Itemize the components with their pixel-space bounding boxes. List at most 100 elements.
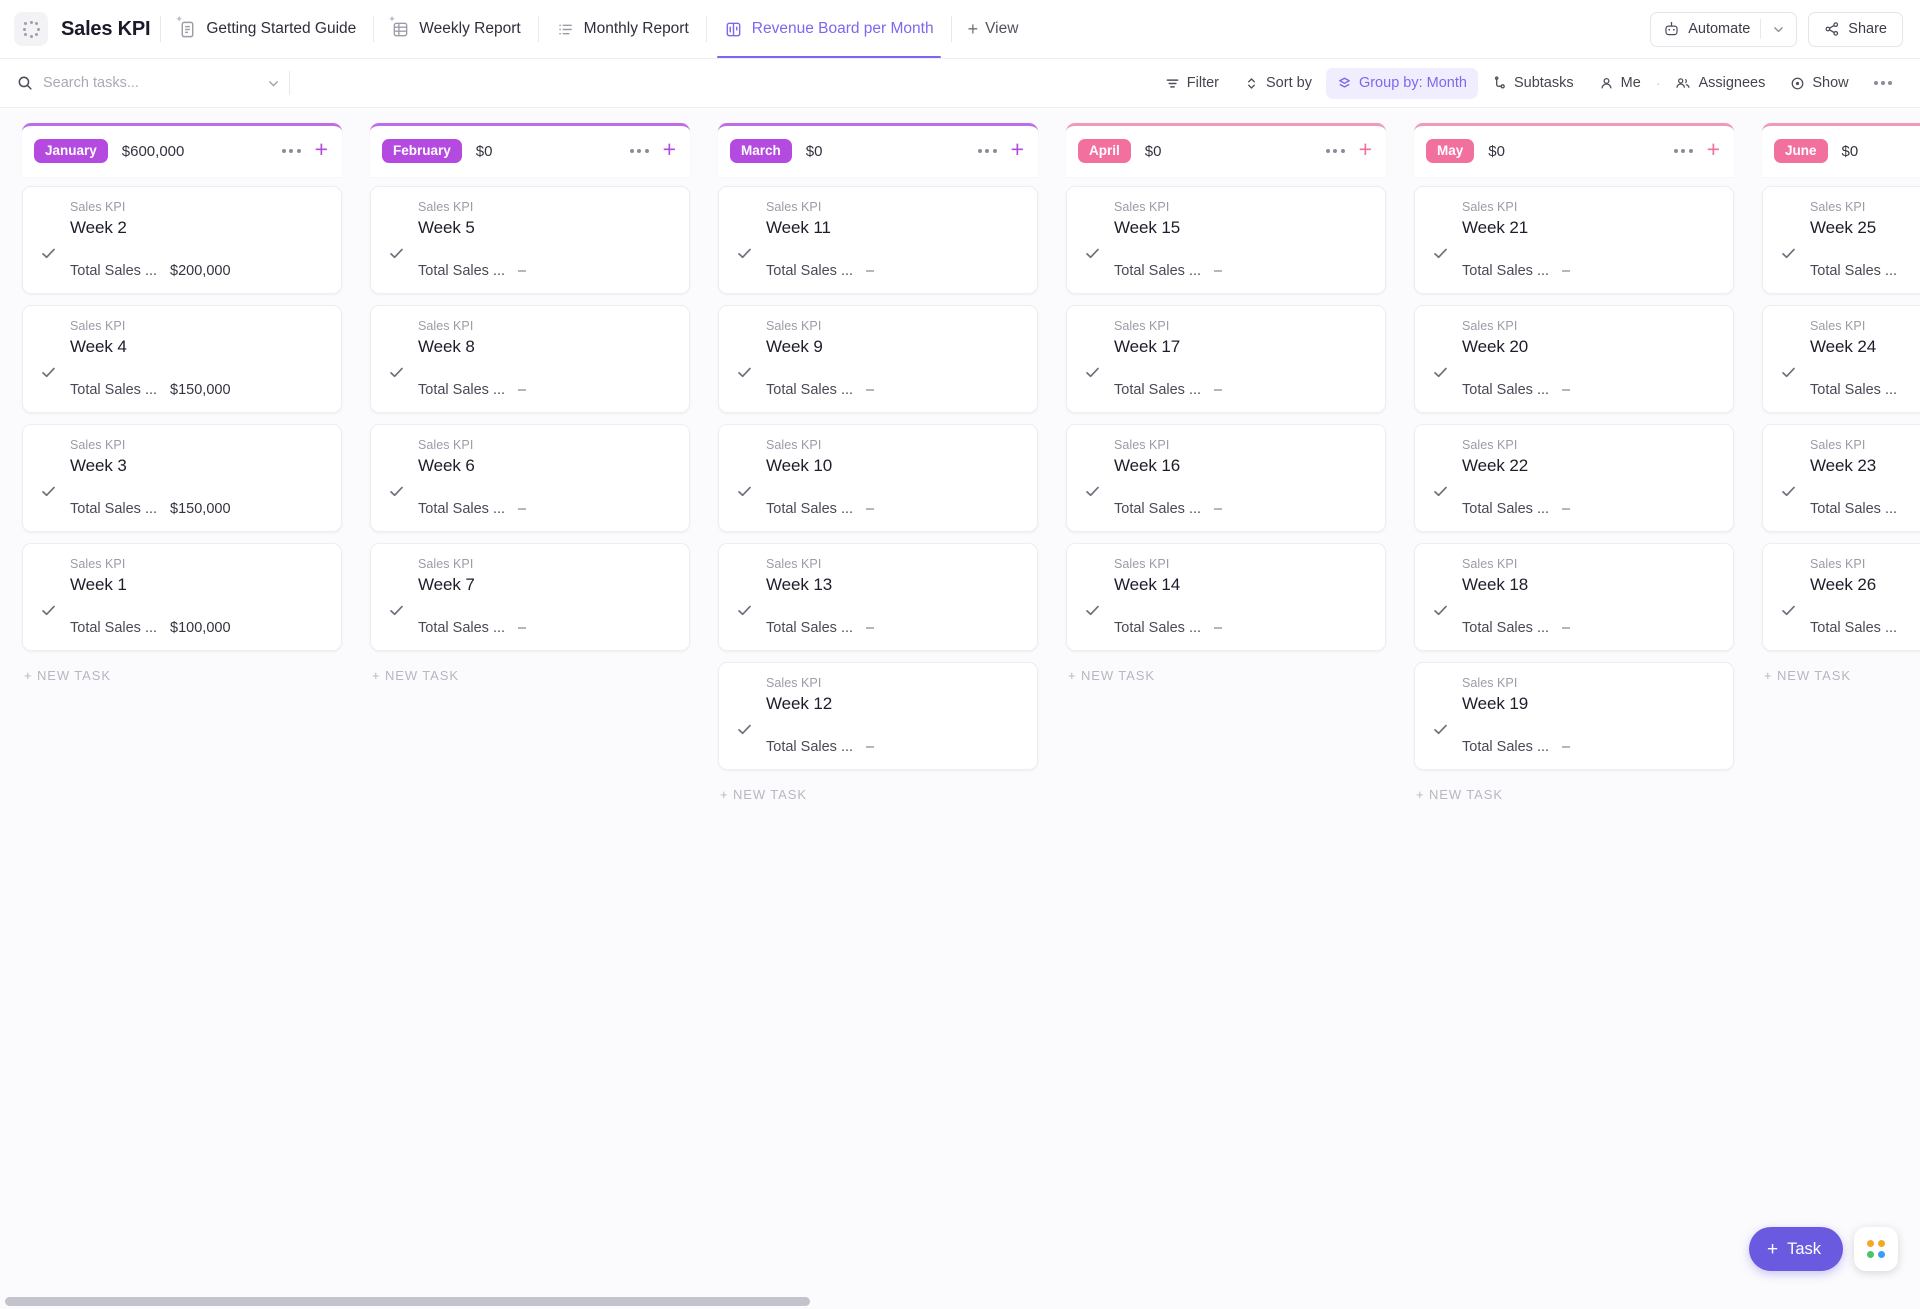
task-custom-field[interactable]: Total Sales ... –	[766, 382, 1021, 398]
task-custom-field[interactable]: Total Sales ... –	[766, 620, 1021, 636]
task-custom-field[interactable]: Total Sales ...	[1810, 501, 1920, 517]
task-complete-check-icon[interactable]	[735, 676, 754, 755]
task-complete-check-icon[interactable]	[1083, 438, 1102, 517]
app-logo[interactable]	[14, 12, 48, 46]
task-card[interactable]: Sales KPI Week 25 Total Sales ...	[1762, 186, 1920, 294]
task-custom-field[interactable]: Total Sales ... –	[1114, 263, 1369, 279]
task-complete-check-icon[interactable]	[39, 438, 58, 517]
task-card[interactable]: Sales KPI Week 18 Total Sales ... –	[1414, 543, 1734, 651]
search-chevron-down-icon[interactable]	[266, 76, 281, 91]
task-card[interactable]: Sales KPI Week 22 Total Sales ... –	[1414, 424, 1734, 532]
sort-by-button[interactable]: Sort by	[1233, 68, 1323, 99]
task-custom-field[interactable]: Total Sales ... –	[1114, 382, 1369, 398]
task-card[interactable]: Sales KPI Week 21 Total Sales ... –	[1414, 186, 1734, 294]
task-complete-check-icon[interactable]	[735, 200, 754, 279]
task-card[interactable]: Sales KPI Week 24 Total Sales ...	[1762, 305, 1920, 413]
task-complete-check-icon[interactable]	[1083, 319, 1102, 398]
task-custom-field[interactable]: Total Sales ... –	[1462, 382, 1717, 398]
automate-button[interactable]: Automate	[1650, 11, 1798, 47]
column-add-task-icon[interactable]: +	[315, 138, 332, 164]
task-complete-check-icon[interactable]	[387, 557, 406, 636]
task-custom-field[interactable]: Total Sales ... –	[1462, 739, 1717, 755]
create-task-button[interactable]: + Task	[1748, 1227, 1843, 1271]
task-complete-check-icon[interactable]	[1431, 676, 1450, 755]
month-badge[interactable]: March	[730, 138, 792, 164]
task-complete-check-icon[interactable]	[1431, 319, 1450, 398]
task-card[interactable]: Sales KPI Week 12 Total Sales ... –	[718, 662, 1038, 770]
task-custom-field[interactable]: Total Sales ... –	[418, 620, 673, 636]
new-task-button[interactable]: + NEW TASK	[22, 662, 342, 689]
apps-grid-button[interactable]	[1854, 1227, 1898, 1271]
task-complete-check-icon[interactable]	[1083, 200, 1102, 279]
task-complete-check-icon[interactable]	[1431, 200, 1450, 279]
task-custom-field[interactable]: Total Sales ... –	[766, 739, 1021, 755]
task-custom-field[interactable]: Total Sales ... –	[1114, 620, 1369, 636]
task-card[interactable]: Sales KPI Week 13 Total Sales ... –	[718, 543, 1038, 651]
task-complete-check-icon[interactable]	[1431, 557, 1450, 636]
task-card[interactable]: Sales KPI Week 15 Total Sales ... –	[1066, 186, 1386, 294]
task-card[interactable]: Sales KPI Week 17 Total Sales ... –	[1066, 305, 1386, 413]
chevron-down-icon[interactable]	[1761, 23, 1796, 36]
task-complete-check-icon[interactable]	[1431, 438, 1450, 517]
horizontal-scrollbar-thumb[interactable]	[5, 1297, 810, 1306]
more-options-button[interactable]	[1863, 68, 1903, 99]
task-complete-check-icon[interactable]	[735, 557, 754, 636]
group-by-button[interactable]: Group by: Month	[1325, 67, 1478, 99]
column-kebab-menu-icon[interactable]	[280, 145, 302, 157]
month-badge[interactable]: June	[1774, 138, 1828, 164]
task-complete-check-icon[interactable]	[39, 557, 58, 636]
column-kebab-menu-icon[interactable]	[628, 145, 650, 157]
task-card[interactable]: Sales KPI Week 20 Total Sales ... –	[1414, 305, 1734, 413]
task-card[interactable]: Sales KPI Week 3 Total Sales ... $150,000	[22, 424, 342, 532]
task-card[interactable]: Sales KPI Week 6 Total Sales ... –	[370, 424, 690, 532]
assignees-button[interactable]: Assignees	[1664, 68, 1776, 99]
task-custom-field[interactable]: Total Sales ... –	[418, 263, 673, 279]
me-button[interactable]: Me	[1588, 68, 1652, 99]
show-button[interactable]: Show	[1779, 68, 1859, 99]
new-task-button[interactable]: + NEW TASK	[1414, 781, 1734, 808]
task-card[interactable]: Sales KPI Week 9 Total Sales ... –	[718, 305, 1038, 413]
task-custom-field[interactable]: Total Sales ... –	[766, 501, 1021, 517]
task-card[interactable]: Sales KPI Week 11 Total Sales ... –	[718, 186, 1038, 294]
task-custom-field[interactable]: Total Sales ... $150,000	[70, 382, 325, 398]
new-task-button[interactable]: + NEW TASK	[1762, 662, 1920, 689]
task-complete-check-icon[interactable]	[1779, 438, 1798, 517]
task-complete-check-icon[interactable]	[1779, 319, 1798, 398]
task-card[interactable]: Sales KPI Week 19 Total Sales ... –	[1414, 662, 1734, 770]
task-complete-check-icon[interactable]	[387, 200, 406, 279]
new-task-button[interactable]: + NEW TASK	[1066, 662, 1386, 689]
task-custom-field[interactable]: Total Sales ... –	[418, 501, 673, 517]
subtasks-button[interactable]: Subtasks	[1481, 68, 1585, 99]
task-card[interactable]: Sales KPI Week 5 Total Sales ... –	[370, 186, 690, 294]
task-custom-field[interactable]: Total Sales ... –	[1114, 501, 1369, 517]
task-complete-check-icon[interactable]	[387, 438, 406, 517]
new-task-button[interactable]: + NEW TASK	[370, 662, 690, 689]
task-complete-check-icon[interactable]	[1779, 557, 1798, 636]
task-custom-field[interactable]: Total Sales ... $200,000	[70, 263, 325, 279]
month-badge[interactable]: February	[382, 138, 462, 164]
tab-revenue-board-per-month[interactable]: Revenue Board per Month	[707, 0, 951, 58]
task-complete-check-icon[interactable]	[735, 438, 754, 517]
task-card[interactable]: Sales KPI Week 7 Total Sales ... –	[370, 543, 690, 651]
filter-button[interactable]: Filter	[1154, 68, 1230, 99]
month-badge[interactable]: April	[1078, 138, 1131, 164]
task-card[interactable]: Sales KPI Week 14 Total Sales ... –	[1066, 543, 1386, 651]
task-complete-check-icon[interactable]	[1083, 557, 1102, 636]
task-card[interactable]: Sales KPI Week 26 Total Sales ...	[1762, 543, 1920, 651]
task-custom-field[interactable]: Total Sales ...	[1810, 620, 1920, 636]
task-card[interactable]: Sales KPI Week 1 Total Sales ... $100,000	[22, 543, 342, 651]
task-card[interactable]: Sales KPI Week 16 Total Sales ... –	[1066, 424, 1386, 532]
horizontal-scrollbar[interactable]	[0, 1293, 1920, 1309]
task-card[interactable]: Sales KPI Week 8 Total Sales ... –	[370, 305, 690, 413]
task-custom-field[interactable]: Total Sales ... –	[1462, 501, 1717, 517]
task-custom-field[interactable]: Total Sales ... $150,000	[70, 501, 325, 517]
column-kebab-menu-icon[interactable]	[1324, 145, 1346, 157]
task-complete-check-icon[interactable]	[39, 200, 58, 279]
task-card[interactable]: Sales KPI Week 23 Total Sales ...	[1762, 424, 1920, 532]
add-view-button[interactable]: + View	[952, 20, 1035, 38]
share-button[interactable]: Share	[1808, 11, 1903, 47]
column-add-task-icon[interactable]: +	[1707, 138, 1724, 164]
task-complete-check-icon[interactable]	[735, 319, 754, 398]
column-kebab-menu-icon[interactable]	[1672, 145, 1694, 157]
board-scroll-area[interactable]: January $600,000 + Sales KPI Week 2 Total Sal…	[0, 109, 1920, 1309]
